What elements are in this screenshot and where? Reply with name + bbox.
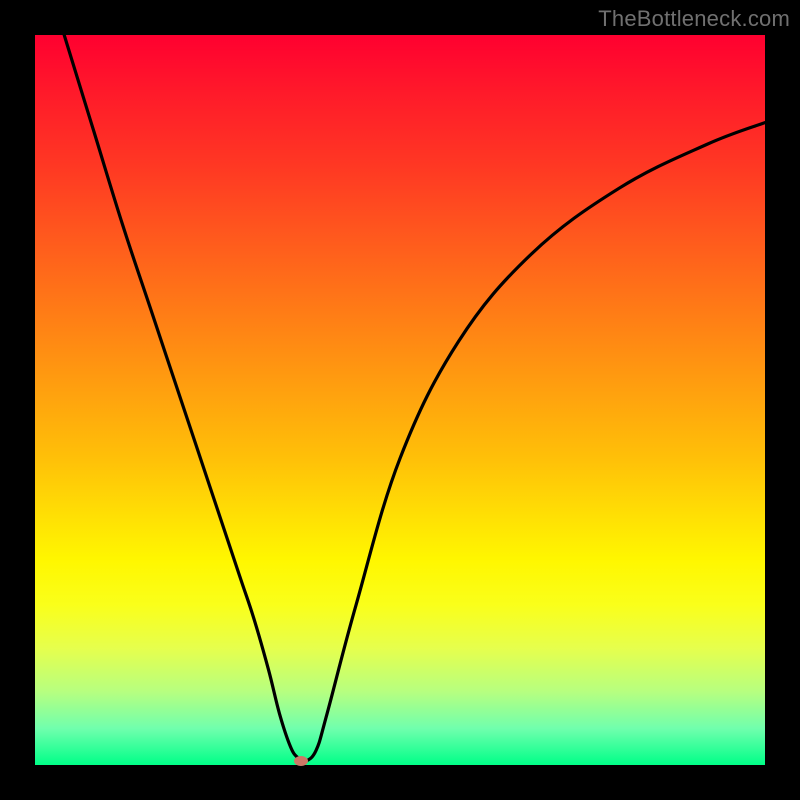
chart-frame: TheBottleneck.com — [0, 0, 800, 800]
plot-area — [35, 35, 765, 765]
bottleneck-curve — [35, 35, 765, 765]
watermark-text: TheBottleneck.com — [598, 6, 790, 32]
minimum-marker-dot — [294, 756, 308, 766]
